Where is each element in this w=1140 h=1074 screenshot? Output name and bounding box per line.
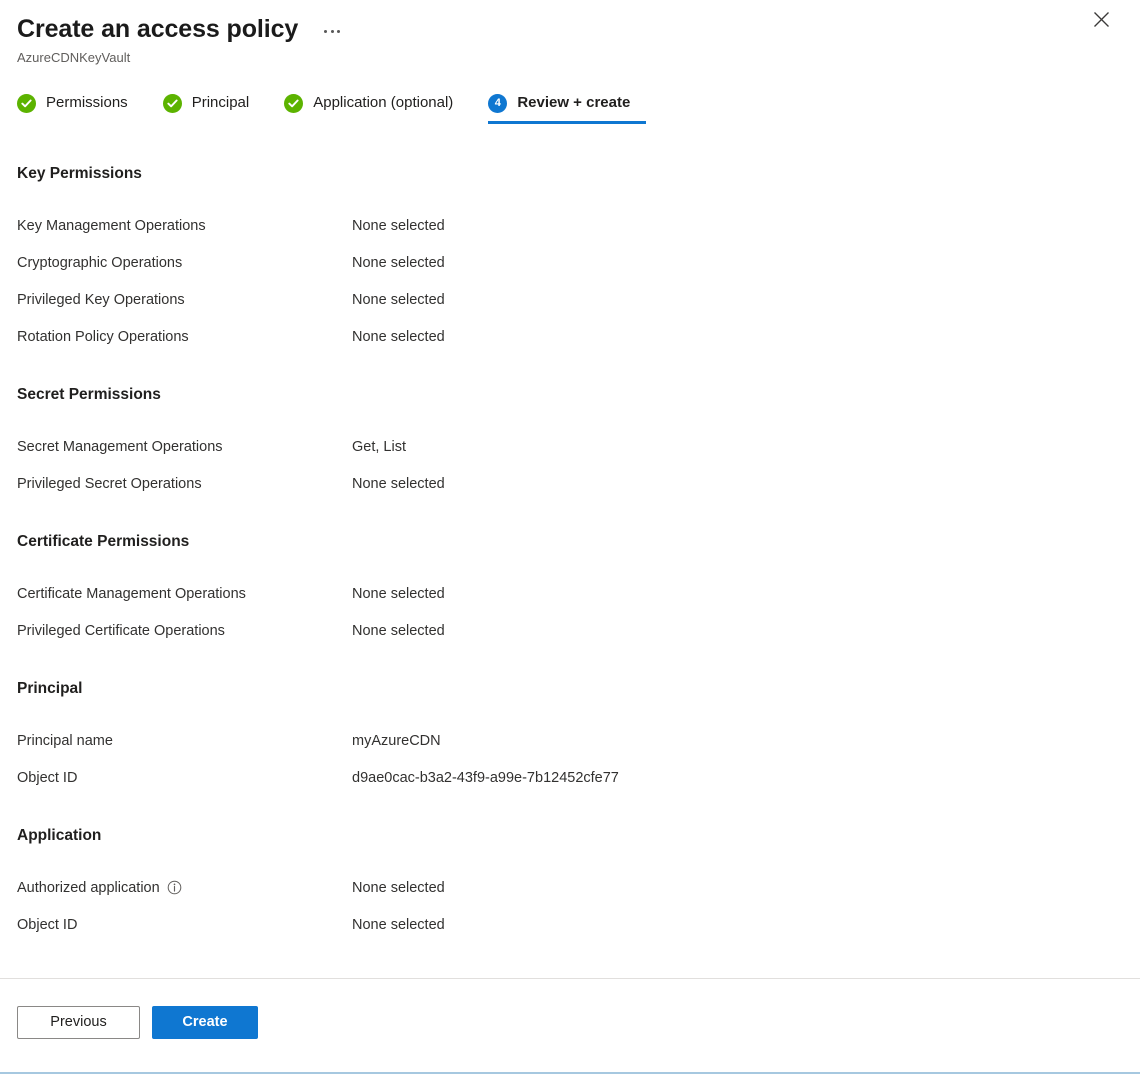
row-label-text: Privileged Key Operations — [17, 291, 185, 308]
row-label-text: Certificate Management Operations — [17, 585, 246, 602]
blade-footer: Previous Create — [0, 978, 1140, 1070]
section-key-permissions: Key Permissions Key Management Operation… — [17, 164, 1123, 355]
review-row: Secret Management Operations Get, List — [17, 428, 1123, 465]
row-value: None selected — [352, 254, 445, 271]
dot-2 — [330, 30, 334, 33]
row-value: None selected — [352, 328, 445, 345]
info-icon[interactable] — [167, 880, 182, 895]
review-row: Authorized application None selected — [17, 869, 1123, 906]
review-row: Object ID None selected — [17, 906, 1123, 943]
section-heading: Secret Permissions — [17, 386, 161, 403]
tab-review-create[interactable]: 4 Review + create — [488, 93, 647, 124]
review-row: Object ID d9ae0cac-b3a2-43f9-a99e-7b1245… — [17, 759, 1123, 796]
row-label-text: Secret Management Operations — [17, 438, 223, 455]
section-heading: Key Permissions — [17, 165, 142, 182]
row-value: None selected — [352, 916, 445, 933]
row-value-object-id: d9ae0cac-b3a2-43f9-a99e-7b12452cfe77 — [352, 769, 619, 786]
row-label-text: Rotation Policy Operations — [17, 328, 189, 345]
row-value: None selected — [352, 217, 445, 234]
row-value: myAzureCDN — [352, 732, 441, 749]
section-certificate-permissions: Certificate Permissions Certificate Mana… — [17, 532, 1123, 649]
row-value: None selected — [352, 475, 445, 492]
row-label-text: Object ID — [17, 916, 78, 933]
review-row: Rotation Policy Operations None selected — [17, 318, 1123, 355]
wizard-tabs: Permissions Principal Application (optio… — [0, 93, 1140, 124]
row-label: Object ID — [17, 915, 352, 935]
title-row: Create an access policy — [17, 14, 1140, 44]
tab-label: Permissions — [46, 94, 128, 111]
more-options-icon[interactable] — [320, 26, 344, 37]
create-button[interactable]: Create — [152, 1006, 258, 1039]
create-access-policy-blade: Create an access policy AzureCDNKeyVault… — [0, 0, 1140, 1074]
row-label-text: Privileged Certificate Operations — [17, 622, 225, 639]
section-heading: Principal — [17, 680, 83, 697]
step-number-badge: 4 — [488, 93, 508, 113]
section-principal: Principal Principal name myAzureCDN Obje… — [17, 679, 1123, 796]
row-label-text: Cryptographic Operations — [17, 254, 183, 271]
check-circle-icon — [284, 93, 304, 113]
row-label: Authorized application — [17, 878, 352, 898]
section-application: Application Authorized application None … — [17, 826, 1123, 943]
row-value: None selected — [352, 291, 445, 308]
check-circle-icon — [17, 93, 36, 113]
tab-principal[interactable]: Principal — [162, 93, 264, 124]
row-label-text: Privileged Secret Operations — [17, 475, 202, 492]
row-value: None selected — [352, 585, 445, 602]
row-label: Rotation Policy Operations — [17, 327, 352, 347]
dot-1 — [324, 30, 328, 33]
row-label: Certificate Management Operations — [17, 584, 352, 604]
row-label: Privileged Certificate Operations — [17, 621, 352, 641]
row-label: Privileged Secret Operations — [17, 474, 352, 494]
review-content: Key Permissions Key Management Operation… — [0, 164, 1140, 943]
row-label: Secret Management Operations — [17, 437, 352, 457]
row-label-text: Object ID — [17, 769, 78, 786]
review-row: Privileged Key Operations None selected — [17, 281, 1123, 318]
review-row: Cryptographic Operations None selected — [17, 244, 1123, 281]
section-heading: Certificate Permissions — [17, 533, 190, 550]
row-label-text: Principal name — [17, 732, 113, 749]
review-row: Privileged Secret Operations None select… — [17, 465, 1123, 502]
row-value: None selected — [352, 879, 445, 896]
row-label-text: Key Management Operations — [17, 217, 206, 234]
row-value: None selected — [352, 622, 445, 639]
page-title: Create an access policy — [17, 15, 299, 43]
row-label: Privileged Key Operations — [17, 290, 352, 310]
tab-permissions[interactable]: Permissions — [17, 93, 142, 124]
row-label: Cryptographic Operations — [17, 253, 352, 273]
tab-application[interactable]: Application (optional) — [284, 93, 467, 124]
tab-label: Principal — [191, 94, 250, 111]
review-row: Principal name myAzureCDN — [17, 722, 1123, 759]
review-row: Certificate Management Operations None s… — [17, 575, 1123, 612]
check-circle-icon — [162, 93, 182, 113]
row-value: Get, List — [352, 438, 406, 455]
step-number: 4 — [494, 96, 501, 109]
tab-label: Application (optional) — [313, 94, 454, 111]
section-secret-permissions: Secret Permissions Secret Management Ope… — [17, 385, 1123, 502]
row-label-text: Authorized application — [17, 879, 160, 896]
blade-subtitle: AzureCDNKeyVault — [17, 50, 131, 65]
row-label: Key Management Operations — [17, 216, 352, 236]
row-label: Principal name — [17, 731, 352, 751]
previous-button[interactable]: Previous — [17, 1006, 140, 1039]
section-heading: Application — [17, 827, 102, 844]
review-row: Privileged Certificate Operations None s… — [17, 612, 1123, 649]
blade-header: Create an access policy AzureCDNKeyVault — [0, 0, 1140, 66]
close-icon[interactable] — [1084, 2, 1118, 36]
tab-label: Review + create — [517, 94, 631, 111]
review-row: Key Management Operations None selected — [17, 207, 1123, 244]
row-label: Object ID — [17, 768, 352, 788]
dot-3 — [337, 30, 341, 33]
